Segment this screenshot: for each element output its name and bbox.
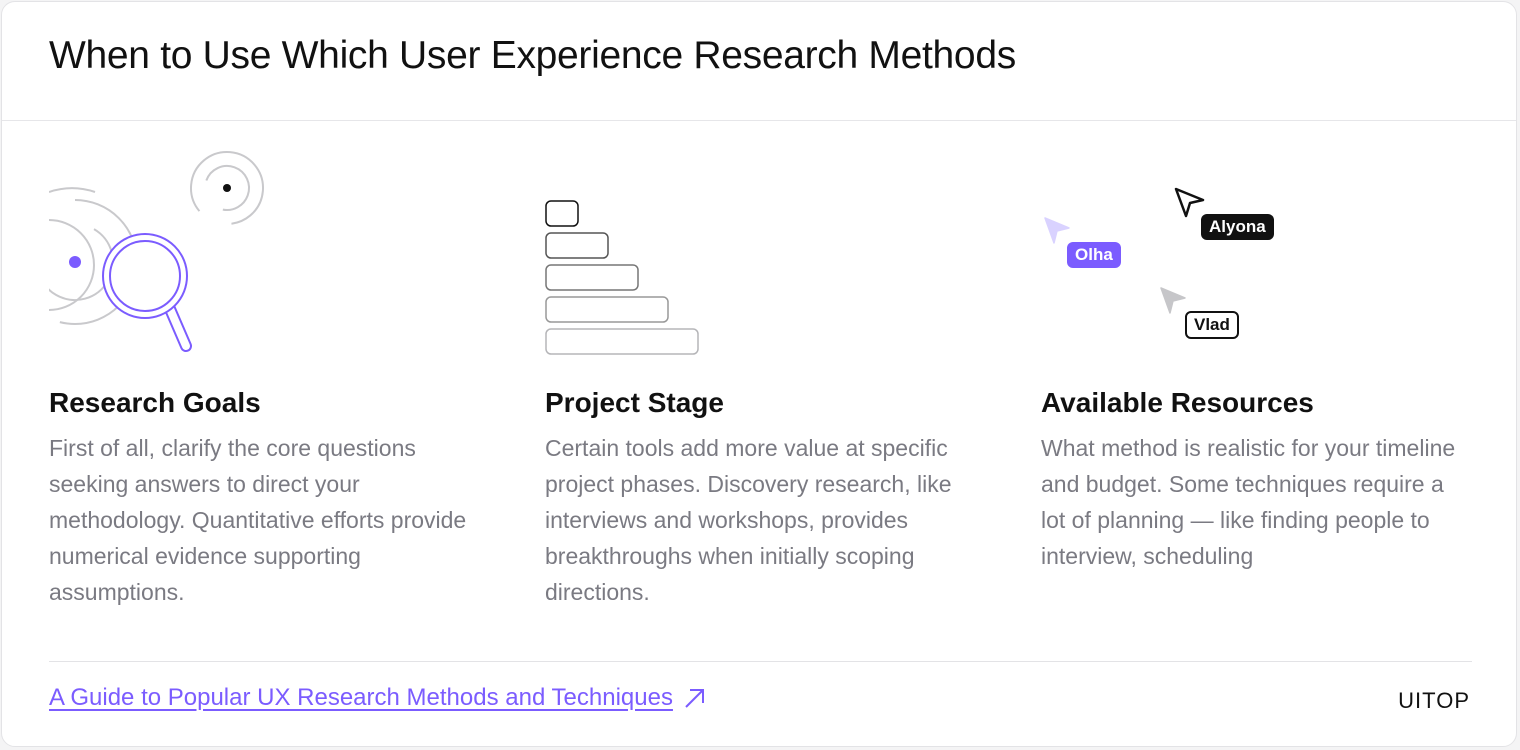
divider [49,661,1472,662]
page-title: When to Use Which User Experience Resear… [49,34,1016,77]
column-heading: Available Resources [1041,387,1314,418]
cursor-label-vlad: Vlad [1185,311,1239,339]
column-project-stage: Project Stage Certain tools add more val… [545,142,985,605]
guide-link[interactable]: A Guide to Popular UX Research Methods a… [49,684,707,712]
column-body: First of all, clarify the core questions… [49,435,467,605]
column-body: What method is realistic for your timeli… [1041,435,1456,569]
column-heading: Research Goals [49,387,261,418]
column-available-resources: Olha Alyona Vlad Available Resources Wha… [1041,142,1481,569]
magnifier-radar-icon [49,142,489,382]
guide-link-label: A Guide to Popular UX Research Methods a… [49,684,673,711]
staircase-bars-icon [545,142,985,382]
brand-logo: UITOP [1398,688,1470,713]
header: When to Use Which User Experience Resear… [2,2,1516,121]
column-research-goals: Research Goals First of all, clarify the… [49,142,489,605]
cursors-icon: Olha Alyona Vlad [1041,142,1481,382]
column-heading: Project Stage [545,387,724,418]
column-body: Certain tools add more value at specific… [545,435,952,605]
cursor-arrow-icon [1160,287,1186,314]
cursor-label-alyona: Alyona [1201,214,1274,240]
cursor-label-olha: Olha [1067,242,1121,268]
arrow-up-right-icon [685,689,704,708]
cursor-arrow-icon [1044,217,1070,244]
card: When to Use Which User Experience Resear… [1,1,1517,747]
